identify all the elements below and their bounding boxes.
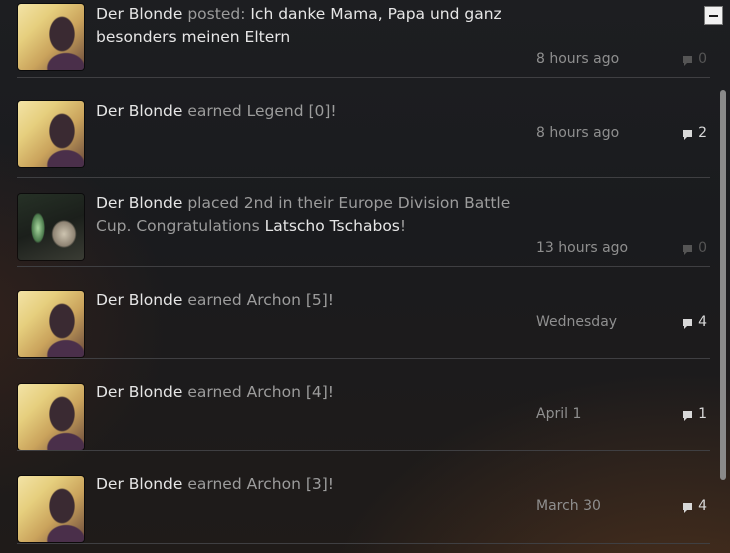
user-avatar[interactable] [18,101,84,167]
user-name[interactable]: Der Blonde [96,291,182,309]
comment-count[interactable]: 4 [683,314,707,330]
timestamp: 8 hours ago [536,51,620,67]
scrollbar-thumb[interactable] [720,90,726,480]
item-divider [17,450,710,451]
timestamp: March 30 [536,498,601,514]
comment-icon [683,244,693,255]
feed-item-text: Der Blonde earned Archon [5]! [96,289,536,312]
comment-count[interactable]: 4 [683,498,707,514]
item-divider [17,266,710,267]
comment-count[interactable]: 0 [683,240,707,256]
feed-item-text: Der Blonde placed 2nd in their Europe Di… [96,192,526,238]
comment-icon [683,55,693,66]
comment-count[interactable]: 1 [683,406,707,422]
exclamation: ! [399,217,407,235]
comment-icon [683,129,693,140]
item-divider [17,358,710,359]
item-divider [17,177,710,178]
user-name[interactable]: Der Blonde [96,383,182,401]
comment-count-value: 0 [698,51,707,67]
user-name[interactable]: Der Blonde [96,194,182,212]
user-name[interactable]: Der Blonde [96,5,182,23]
action-text: earned Archon [5]! [187,291,334,309]
timestamp: 13 hours ago [536,240,629,256]
collapse-button[interactable] [704,6,723,25]
comment-count[interactable]: 2 [683,125,707,141]
comment-icon [683,318,693,329]
comment-count-value: 4 [698,314,707,330]
feed-item-text: Der Blonde earned Archon [3]! [96,473,536,496]
team-avatar[interactable] [18,194,84,260]
comment-icon [683,410,693,421]
user-avatar[interactable] [18,384,84,450]
feed-item-text: Der Blonde posted: Ich danke Mama, Papa … [96,3,546,49]
comment-icon [683,502,693,513]
comment-count-value: 4 [698,498,707,514]
action-text: earned Archon [3]! [187,475,334,493]
user-avatar[interactable] [18,476,84,542]
team-name[interactable]: Latscho Tschabos [265,217,400,235]
action-text: earned Archon [4]! [187,383,334,401]
item-divider [17,543,710,544]
timestamp: 8 hours ago [536,125,620,141]
feed-item-text: Der Blonde earned Legend [0]! [96,100,536,123]
activity-feed-panel: Der Blonde posted: Ich danke Mama, Papa … [0,0,730,553]
feed-item-text: Der Blonde earned Archon [4]! [96,381,536,404]
comment-count-value: 1 [698,406,707,422]
user-name[interactable]: Der Blonde [96,475,182,493]
action-text: earned Legend [0]! [187,102,337,120]
timestamp: April 1 [536,406,582,422]
comment-count[interactable]: 0 [683,51,707,67]
minus-icon [709,15,718,17]
comment-count-value: 0 [698,240,707,256]
item-divider [17,77,710,78]
timestamp: Wednesday [536,314,618,330]
user-avatar[interactable] [18,291,84,357]
user-name[interactable]: Der Blonde [96,102,182,120]
congrats-text: Congratulations [136,217,260,235]
user-avatar[interactable] [18,4,84,70]
action-text: posted: [187,5,246,23]
comment-count-value: 2 [698,125,707,141]
